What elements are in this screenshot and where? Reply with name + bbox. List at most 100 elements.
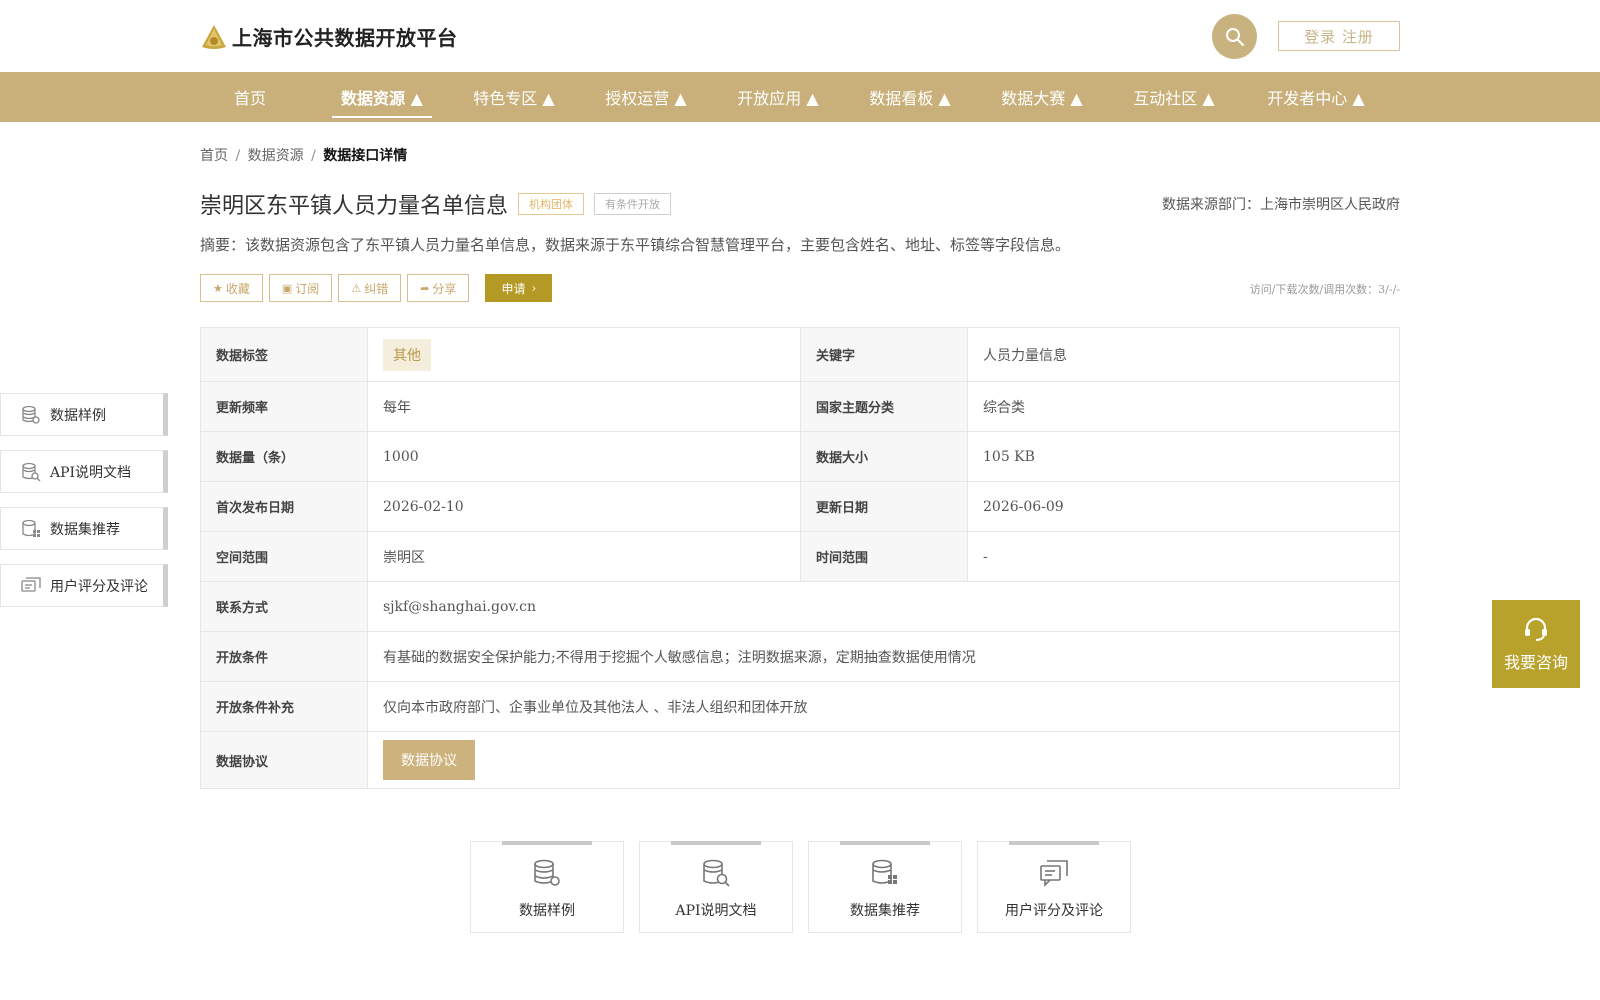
warning-icon: ⚠ <box>351 281 362 295</box>
data-agreement-button[interactable]: 数据协议 <box>383 740 475 780</box>
logo-icon <box>202 24 226 49</box>
apply-label: 申请 <box>501 281 526 296</box>
breadcrumb-home[interactable]: 首页 <box>200 148 228 164</box>
share-icon: ➦ <box>420 281 430 295</box>
keyword-value: 人员力量信息 <box>967 327 1400 382</box>
search-icon <box>1225 27 1244 46</box>
agreement-label: 数据协议 <box>200 731 368 789</box>
agreement-cell: 数据协议 <box>367 731 1400 789</box>
nav-item-community[interactable]: 互动社区 ▲ <box>1124 72 1224 122</box>
breadcrumb-separator: / <box>311 148 316 164</box>
org-tag: 机构团体 <box>518 193 585 215</box>
card-user-reviews[interactable]: 用户评分及评论 <box>977 841 1131 933</box>
nav-item-developer-center[interactable]: 开发者中心 ▲ <box>1256 72 1376 122</box>
card-label: 用户评分及评论 <box>1005 903 1103 919</box>
star-icon: ★ <box>213 281 223 295</box>
site-logo[interactable]: 上海市公共数据开放平台 <box>200 22 458 51</box>
database-grid-icon <box>22 519 40 537</box>
side-item-data-sample[interactable]: 数据样例 <box>0 393 168 436</box>
nav-item-data-contest[interactable]: 数据大赛 ▲ <box>992 72 1092 122</box>
database-search-icon <box>703 859 730 887</box>
freq-value: 每年 <box>367 381 801 432</box>
database-search-icon <box>22 462 41 481</box>
table-row: 首次发布日期 2026-02-10 更新日期 2026-06-09 <box>200 481 1400 532</box>
count-value: 1000 <box>367 431 801 482</box>
bookmark-icon: ▣ <box>281 281 293 295</box>
site-title: 上海市公共数据开放平台 <box>232 26 458 50</box>
nav-item-data-dashboard[interactable]: 数据看板 ▲ <box>860 72 960 122</box>
subscribe-button[interactable]: ▣ 订阅 <box>268 274 333 302</box>
table-row: 开放条件补充 仅向本市政府部门、企事业单位及其他法人 、非法人组织和团体开放 <box>200 681 1400 732</box>
side-item-label: 用户评分及评论 <box>50 578 148 595</box>
nav-item-authorized-operation[interactable]: 授权运营 ▲ <box>596 72 696 122</box>
correct-label: 纠错 <box>364 281 389 296</box>
contact-label: 联系方式 <box>200 581 368 632</box>
collect-label: 收藏 <box>225 281 250 296</box>
database-gear-icon <box>534 859 560 886</box>
bottom-cards: 数据样例 API说明文档 数据集推荐 用户评分及评论 <box>470 841 1146 933</box>
time-label: 时间范围 <box>800 531 968 582</box>
tag-cell: 其他 <box>367 327 801 382</box>
correct-button[interactable]: ⚠ 纠错 <box>338 274 402 302</box>
nav-item-data-resources[interactable]: 数据资源 ▲ <box>332 72 432 122</box>
first-pub-value: 2026-02-10 <box>367 481 801 532</box>
condition-label: 开放条件 <box>200 631 368 682</box>
table-row: 开放条件 有基础的数据安全保护能力;不得用于挖掘个人敏感信息；注明数据来源，定期… <box>200 631 1400 682</box>
share-label: 分享 <box>432 281 457 296</box>
table-row: 联系方式 sjkf@shanghai.gov.cn <box>200 581 1400 632</box>
update-label: 更新日期 <box>800 481 968 532</box>
update-value: 2026-06-09 <box>967 481 1400 532</box>
comment-icon <box>21 576 41 592</box>
nav-item-featured-zone[interactable]: 特色专区 ▲ <box>464 72 564 122</box>
open-condition-tag: 有条件开放 <box>594 193 672 215</box>
card-dataset-recommend[interactable]: 数据集推荐 <box>808 841 962 933</box>
breadcrumb-current: 数据接口详情 <box>323 148 408 164</box>
side-item-label: API说明文档 <box>50 464 132 481</box>
card-label: 数据样例 <box>519 903 575 919</box>
side-menu: 数据样例 API说明文档 数据集推荐 用户评分及评论 <box>0 393 168 621</box>
breadcrumb-resources[interactable]: 数据资源 <box>248 148 304 164</box>
nav-item-open-apps[interactable]: 开放应用 ▲ <box>728 72 828 122</box>
chevron-right-icon: › <box>531 281 537 295</box>
tag-label: 数据标签 <box>200 327 368 382</box>
login-register-button[interactable]: 登录 注册 <box>1278 21 1400 51</box>
comment-icon <box>1040 860 1068 887</box>
card-label: 数据集推荐 <box>850 903 920 919</box>
side-item-dataset-recommend[interactable]: 数据集推荐 <box>0 507 168 550</box>
side-item-user-reviews[interactable]: 用户评分及评论 <box>0 564 168 607</box>
condition-value: 有基础的数据安全保护能力;不得用于挖掘个人敏感信息；注明数据来源，定期抽查数据使… <box>367 631 1400 682</box>
side-item-label: 数据样例 <box>50 407 106 424</box>
nav-item-home[interactable]: 首页 <box>215 72 285 122</box>
table-row: 数据量（条） 1000 数据大小 105 KB <box>200 431 1400 482</box>
table-row: 数据协议 数据协议 <box>200 731 1400 789</box>
table-row: 更新频率 每年 国家主题分类 综合类 <box>200 381 1400 432</box>
share-button[interactable]: ➦ 分享 <box>407 274 470 302</box>
collect-button[interactable]: ★ 收藏 <box>200 274 263 302</box>
database-gear-icon <box>22 405 40 424</box>
consult-button[interactable]: 我要咨询 <box>1492 600 1580 688</box>
search-button[interactable] <box>1212 14 1257 59</box>
space-label: 空间范围 <box>200 531 368 582</box>
side-item-api-docs[interactable]: API说明文档 <box>0 450 168 493</box>
condition-extra-label: 开放条件补充 <box>200 681 368 732</box>
consult-label: 我要咨询 <box>1503 653 1568 672</box>
title-row: 崇明区东平镇人员力量名单信息 机构团体 有条件开放 <box>200 188 672 220</box>
main-nav: 首页 数据资源 ▲ 特色专区 ▲ 授权运营 ▲ 开放应用 ▲ 数据看板 ▲ 数据… <box>0 72 1600 122</box>
dataset-summary: 摘要：该数据资源包含了东平镇人员力量名单信息，数据来源于东平镇综合智慧管理平台，… <box>200 236 1071 254</box>
apply-button[interactable]: 申请 › <box>485 274 553 302</box>
tag-chip[interactable]: 其他 <box>383 338 431 371</box>
database-grid-icon <box>872 859 897 884</box>
count-label: 数据量（条） <box>200 431 368 482</box>
size-label: 数据大小 <box>800 431 968 482</box>
contact-value: sjkf@shanghai.gov.cn <box>367 581 1400 632</box>
breadcrumb: 首页 / 数据资源 / 数据接口详情 <box>200 145 407 165</box>
card-api-docs[interactable]: API说明文档 <box>639 841 793 933</box>
size-value: 105 KB <box>967 431 1400 482</box>
source-department: 数据来源部门：上海市崇明区人民政府 <box>1162 197 1400 213</box>
page-title: 崇明区东平镇人员力量名单信息 <box>200 194 509 219</box>
theme-value: 综合类 <box>967 381 1400 432</box>
card-data-sample[interactable]: 数据样例 <box>470 841 624 933</box>
theme-label: 国家主题分类 <box>800 381 968 432</box>
table-row: 空间范围 崇明区 时间范围 - <box>200 531 1400 582</box>
visit-count: 访问/下载次数/调用次数：3/-/- <box>1249 283 1400 296</box>
